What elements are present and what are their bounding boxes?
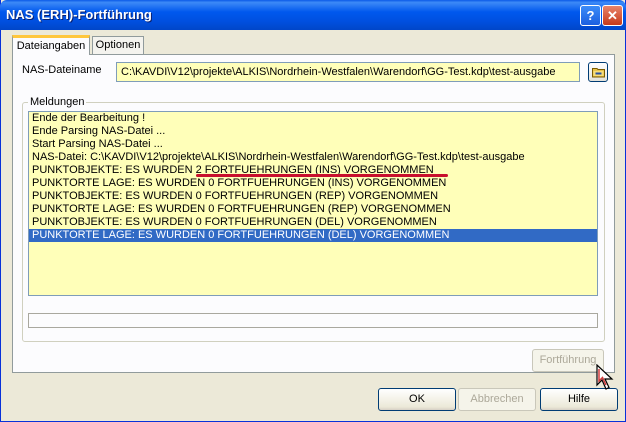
list-item-selected[interactable]: PUNKTORTE LAGE: ES WURDEN 0 FORTFUEHRUNG…: [29, 229, 597, 242]
progress-bar: [28, 313, 598, 328]
folder-icon: [592, 68, 605, 78]
list-item[interactable]: PUNKTORTE LAGE: ES WURDEN 0 FORTFUEHRUNG…: [29, 203, 597, 216]
messages-list[interactable]: Ende der Bearbeitung ! Ende Parsing NAS-…: [28, 111, 598, 296]
nas-file-label: NAS-Dateiname: [22, 64, 102, 76]
list-item[interactable]: Start Parsing NAS-Datei ...: [29, 138, 597, 151]
help-icon[interactable]: ?: [580, 5, 601, 26]
list-item[interactable]: PUNKTOBJEKTE: ES WURDEN 0 FORTFUEHRUNGEN…: [29, 190, 597, 203]
close-icon[interactable]: ✕: [602, 5, 623, 26]
list-item[interactable]: PUNKTOBJEKTE: ES WURDEN 0 FORTFUEHRUNGEN…: [29, 216, 597, 229]
mouse-cursor-icon: [596, 364, 614, 390]
list-item[interactable]: Ende Parsing NAS-Datei ...: [29, 125, 597, 138]
title-bar[interactable]: NAS (ERH)-Fortführung ? ✕: [0, 0, 626, 30]
list-item[interactable]: Ende der Bearbeitung !: [29, 112, 597, 125]
list-item[interactable]: PUNKTORTE LAGE: ES WURDEN 0 FORTFUEHRUNG…: [29, 177, 597, 190]
ok-button[interactable]: OK: [378, 388, 456, 411]
messages-group-label: Meldungen: [28, 96, 87, 108]
tab-dateiangaben[interactable]: Dateiangaben: [12, 35, 90, 55]
annotation-underline: [196, 174, 448, 177]
browse-button[interactable]: [588, 62, 608, 82]
nas-file-input[interactable]: C:\KAVDI\V12\projekte\ALKIS\Nordrhein-We…: [116, 62, 580, 82]
list-item[interactable]: NAS-Datei: C:\KAVDI\V12\projekte\ALKIS\N…: [29, 151, 597, 164]
abbrechen-button[interactable]: Abbrechen: [458, 388, 536, 411]
tab-optionen[interactable]: Optionen: [92, 36, 144, 54]
window-title: NAS (ERH)-Fortführung: [6, 7, 152, 22]
fortfuehrung-button[interactable]: Fortführung: [532, 349, 604, 372]
